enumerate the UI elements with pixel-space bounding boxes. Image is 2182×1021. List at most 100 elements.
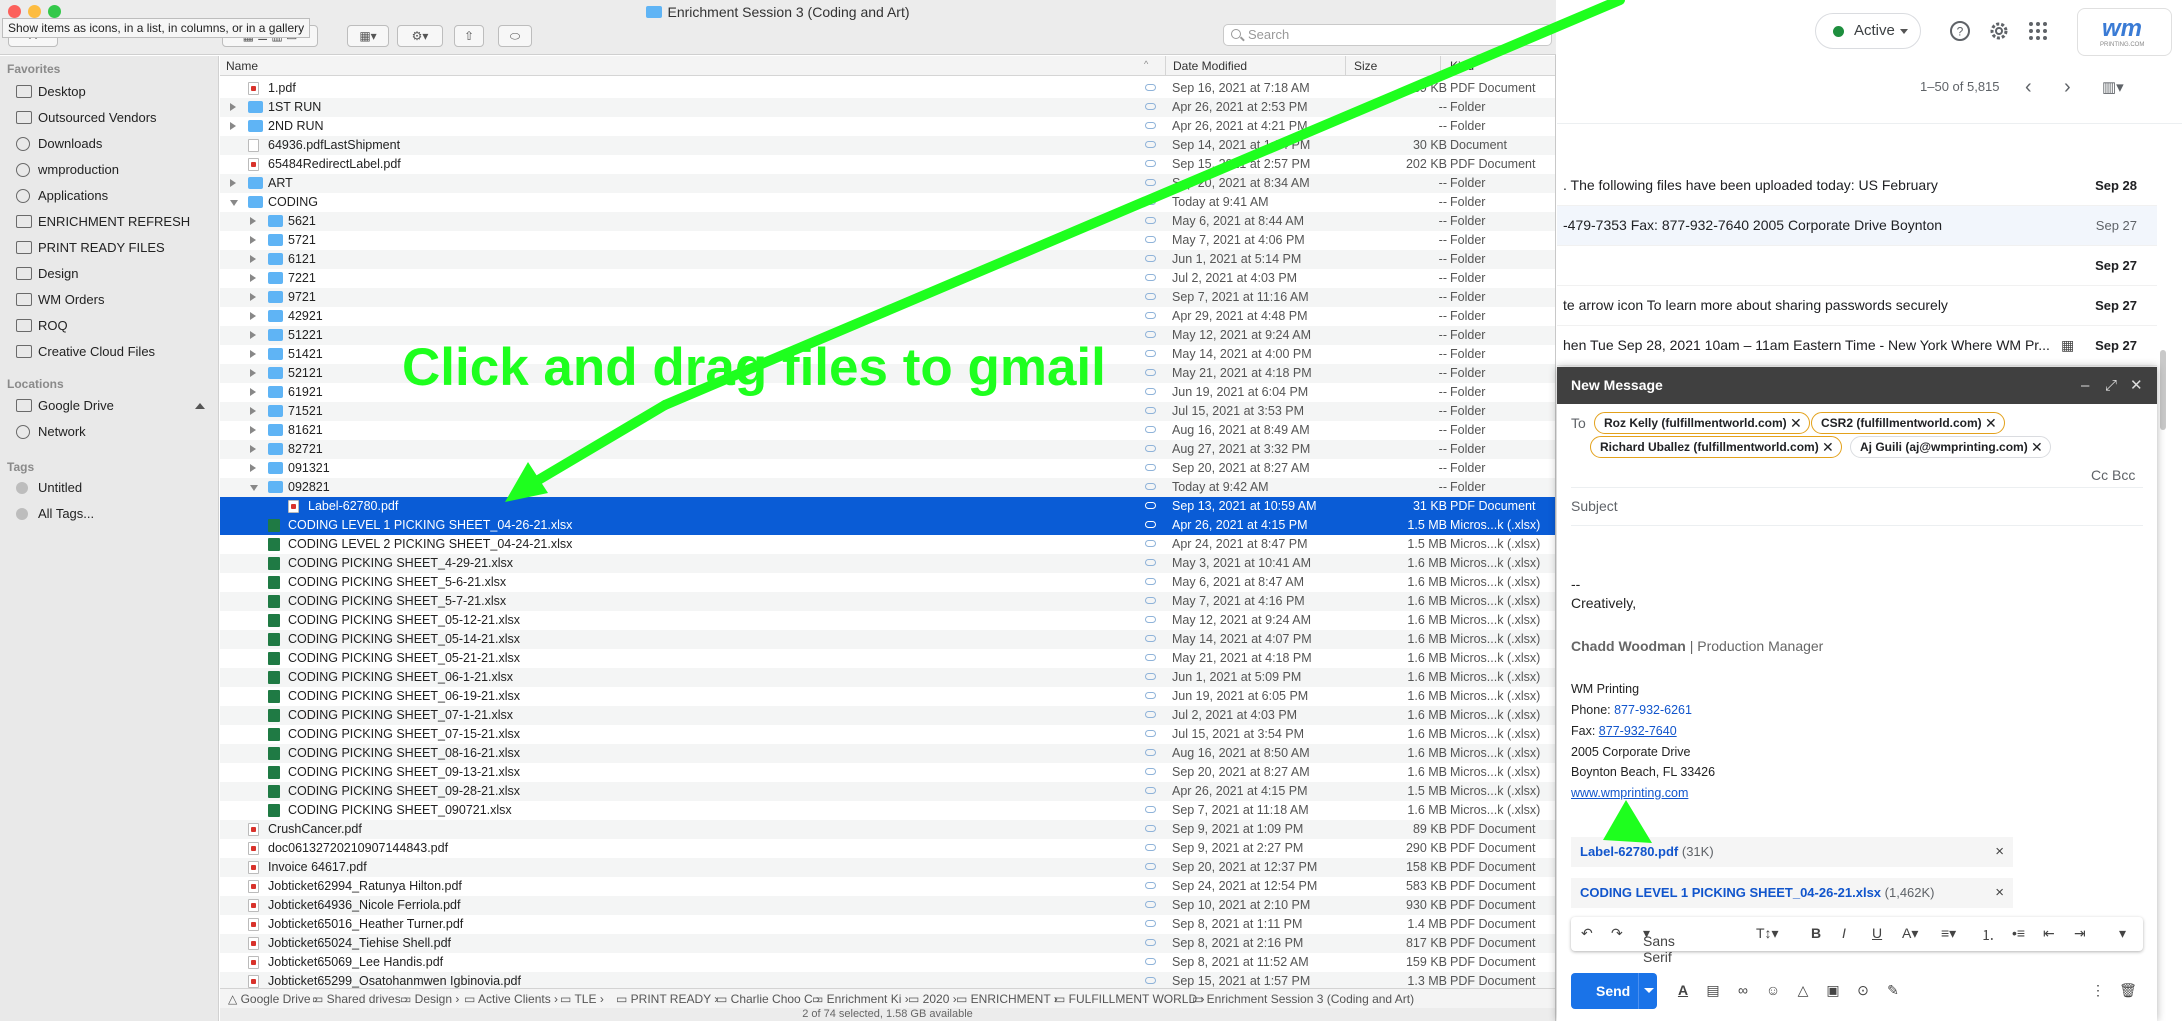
folder-row[interactable]: CODING Today at 9:41 AM -- Folder (220, 193, 1555, 212)
column-date-modified[interactable]: Date Modified (1173, 59, 1247, 73)
close-icon[interactable]: ✕ (2130, 367, 2143, 404)
indent-more-icon[interactable]: ⇥ (2074, 925, 2086, 942)
gear-icon[interactable]: ⚙▾ (397, 25, 443, 47)
folder-row[interactable]: 091321 Sep 20, 2021 at 8:27 AM -- Folder (220, 459, 1555, 478)
file-row[interactable]: doc06132720210907144843.pdf Sep 9, 2021 a… (220, 839, 1555, 858)
sidebar-item-tag-untitled[interactable]: Untitled (16, 478, 82, 498)
disclosure-closed-icon[interactable] (250, 464, 256, 472)
file-row[interactable]: CODING PICKING SHEET_09-28-21.xlsx Apr 26… (220, 782, 1555, 801)
expand-icon[interactable]: ⤢ (2105, 367, 2117, 404)
insert-link-icon[interactable]: ∞ (1734, 981, 1752, 999)
disclosure-closed-icon[interactable] (250, 331, 256, 339)
file-row[interactable]: CODING PICKING SHEET_090721.xlsx Sep 7, 2… (220, 801, 1555, 820)
path-segment[interactable]: ▭ FULFILLMENT WORLD › (1054, 992, 1204, 1006)
remove-recipient-icon[interactable]: ✕ (1790, 413, 1802, 433)
disclosure-closed-icon[interactable] (250, 293, 256, 301)
signature-pen-icon[interactable]: ✎ (1884, 981, 1902, 999)
file-row[interactable]: CODING PICKING SHEET_05-14-21.xlsx May 14… (220, 630, 1555, 649)
disclosure-closed-icon[interactable] (230, 122, 236, 130)
font-family-select[interactable]: Sans Serif ▾ (1643, 925, 1675, 965)
disclosure-closed-icon[interactable] (250, 445, 256, 453)
font-size-icon[interactable]: T↕▾ (1756, 925, 1779, 942)
file-row[interactable]: 65484RedirectLabel.pdf Sep 15, 2021 at 2:… (220, 155, 1555, 174)
settings-gear-icon[interactable] (1988, 20, 2010, 42)
indent-less-icon[interactable]: ⇤ (2043, 925, 2055, 942)
sidebar-item-roq[interactable]: ROQ (16, 316, 68, 336)
path-segment[interactable]: ▭ Enrichment Ki › (812, 992, 909, 1006)
folder-row[interactable]: 2ND RUN Apr 26, 2021 at 4:21 PM -- Folder (220, 117, 1555, 136)
minimize-icon[interactable]: – (2081, 367, 2089, 404)
remove-attachment-icon[interactable]: × (1995, 878, 2004, 908)
more-formatting-icon[interactable]: ▾ (2119, 925, 2126, 942)
path-segment[interactable]: ▭ TLE › (560, 992, 604, 1006)
file-row[interactable]: 64936.pdfLastShipment Sep 14, 2021 at 1:0… (220, 136, 1555, 155)
eject-icon[interactable] (195, 403, 205, 409)
sidebar-item-applications[interactable]: Applications (16, 186, 108, 206)
folder-row[interactable]: 81621 Aug 16, 2021 at 8:49 AM -- Folder (220, 421, 1555, 440)
formatting-options-icon[interactable]: A (1674, 981, 1692, 999)
disclosure-closed-icon[interactable] (250, 255, 256, 263)
attach-file-icon[interactable]: ▤ (1704, 981, 1722, 999)
folder-row[interactable]: 5621 May 6, 2021 at 8:44 AM -- Folder (220, 212, 1555, 231)
sidebar-item-wmproduction[interactable]: wmproduction (16, 160, 119, 180)
file-row[interactable]: CODING PICKING SHEET_07-1-21.xlsx Jul 2, … (220, 706, 1555, 725)
path-segment[interactable]: ▭ Charlie Choo C › (716, 992, 820, 1006)
schedule-send-dropdown-icon[interactable] (1644, 988, 1654, 993)
email-row[interactable]: te arrow icon To learn more about sharin… (1557, 286, 2157, 326)
recipient-chip[interactable]: Roz Kelly (fulfillmentworld.com) ✕ (1594, 412, 1810, 434)
bulleted-list-icon[interactable]: •≡ (2012, 925, 2025, 941)
disclosure-closed-icon[interactable] (230, 179, 236, 187)
email-row[interactable]: . The following files have been uploaded… (1557, 166, 2157, 206)
calendar-icon[interactable]: ▦ (2061, 337, 2074, 354)
file-row[interactable]: CODING PICKING SHEET_05-12-21.xlsx May 12… (220, 611, 1555, 630)
path-segment[interactable]: ▭ Design › (400, 992, 459, 1006)
folder-row[interactable]: 5721 May 7, 2021 at 4:06 PM -- Folder (220, 231, 1555, 250)
drive-icon[interactable]: △ (1794, 981, 1812, 999)
disclosure-closed-icon[interactable] (250, 350, 256, 358)
disclosure-closed-icon[interactable] (250, 407, 256, 415)
share-icon[interactable]: ⇧ (454, 25, 484, 47)
disclosure-closed-icon[interactable] (250, 369, 256, 377)
emoji-icon[interactable]: ☺ (1764, 981, 1782, 999)
email-row[interactable]: -479-7353 Fax: 877-932-7640 2005 Corpora… (1557, 206, 2157, 246)
search-input[interactable]: Search (1223, 24, 1552, 46)
remove-attachment-icon[interactable]: × (1995, 837, 2004, 867)
file-row[interactable]: Jobticket62994_Ratunya Hilton.pdf Sep 24,… (220, 877, 1555, 896)
sidebar-item-desktop[interactable]: Desktop (16, 82, 86, 102)
column-size[interactable]: Size (1354, 59, 1377, 73)
disclosure-closed-icon[interactable] (250, 274, 256, 282)
sidebar-item-print-ready-files[interactable]: PRINT READY FILES (16, 238, 165, 258)
file-row[interactable]: Jobticket65069_Lee Handis.pdf Sep 8, 2021… (220, 953, 1555, 972)
folder-row[interactable]: 9721 Sep 7, 2021 at 11:16 AM -- Folder (220, 288, 1555, 307)
fax-link[interactable]: 877-932-7640 (1599, 724, 1677, 738)
file-row[interactable]: Label-62780.pdf Sep 13, 2021 at 10:59 AM 3… (220, 497, 1555, 516)
file-row[interactable]: CODING PICKING SHEET_08-16-21.xlsx Aug 16… (220, 744, 1555, 763)
align-icon[interactable]: ≡▾ (1941, 925, 1956, 942)
file-row[interactable]: CODING PICKING SHEET_05-21-21.xlsx May 21… (220, 649, 1555, 668)
remove-recipient-icon[interactable]: ✕ (1822, 437, 1834, 457)
insert-photo-icon[interactable]: ▣ (1824, 981, 1842, 999)
attachment-chip[interactable]: Label-62780.pdf (31K) × (1571, 837, 2013, 867)
send-button[interactable]: Send (1571, 973, 1657, 1009)
recipient-chip[interactable]: CSR2 (fulfillmentworld.com) ✕ (1811, 412, 2005, 434)
column-name[interactable]: Name (226, 59, 258, 73)
attachment-chip[interactable]: CODING LEVEL 1 PICKING SHEET_04-26-21.xl… (1571, 878, 2013, 908)
undo-icon[interactable]: ↶ (1581, 925, 1593, 942)
folder-row[interactable]: 1ST RUN Apr 26, 2021 at 2:53 PM -- Folder (220, 98, 1555, 117)
status-dropdown[interactable]: Active (1815, 13, 1921, 49)
discard-trash-icon[interactable]: 🗑 (2119, 981, 2137, 999)
sidebar-item-wm-orders[interactable]: WM Orders (16, 290, 104, 310)
file-row[interactable]: CODING PICKING SHEET_06-1-21.xlsx Jun 1, … (220, 668, 1555, 687)
sidebar-item-all-tags[interactable]: All Tags... (16, 504, 94, 524)
file-row[interactable]: CODING LEVEL 2 PICKING SHEET_04-24-21.xl… (220, 535, 1555, 554)
path-segment[interactable]: ▭ ENRICHMENT › (956, 992, 1058, 1006)
folder-row[interactable]: 42921 Apr 29, 2021 at 4:48 PM -- Folder (220, 307, 1555, 326)
file-row[interactable]: CODING LEVEL 1 PICKING SHEET_04-26-21.xl… (220, 516, 1555, 535)
sidebar-item-downloads[interactable]: Downloads (16, 134, 102, 154)
path-segment[interactable]: △ Google Drive › (228, 992, 318, 1006)
file-row[interactable]: 1.pdf Sep 16, 2021 at 7:18 AM 39 KB PDF Doc… (220, 79, 1555, 98)
file-row[interactable]: CODING PICKING SHEET_5-7-21.xlsx May 7, 2… (220, 592, 1555, 611)
text-color-icon[interactable]: A▾ (1902, 925, 1918, 942)
file-row[interactable]: Jobticket65016_Heather Turner.pdf Sep 8, … (220, 915, 1555, 934)
apps-grid-icon[interactable] (2027, 20, 2049, 42)
